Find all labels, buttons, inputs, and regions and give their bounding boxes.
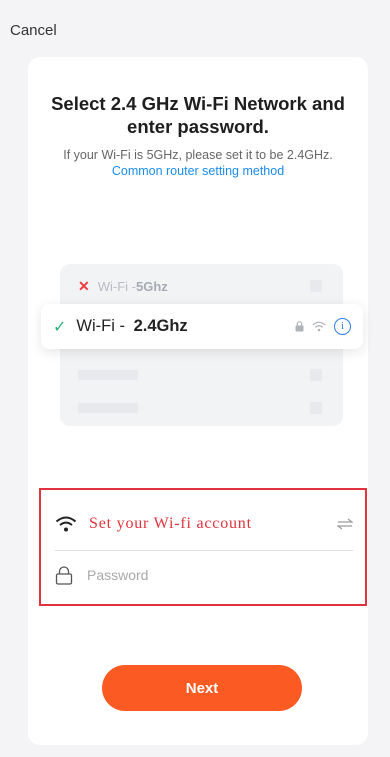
network-status-icons: i <box>295 318 351 335</box>
switch-network-icon[interactable] <box>337 518 353 530</box>
wifi-icon <box>55 516 77 532</box>
next-button[interactable]: Next <box>102 665 302 711</box>
ssid-input[interactable]: Set your Wi-fi account <box>89 515 252 533</box>
check-icon: ✓ <box>53 318 67 336</box>
network-row-5g: ✕ Wi-Fi - 5Ghz <box>78 278 168 295</box>
router-setting-link[interactable]: Common router setting method <box>112 164 284 178</box>
placeholder-line <box>78 370 138 380</box>
network-prefix: Wi-Fi - <box>97 279 136 294</box>
setup-card: Select 2.4 GHz Wi-Fi Network and enter p… <box>28 57 368 745</box>
placeholder-icon <box>310 369 322 381</box>
lock-icon <box>55 565 73 585</box>
network-prefix: Wi-Fi - <box>76 317 130 335</box>
password-input[interactable]: Password <box>87 567 148 583</box>
subtitle-text: If your Wi-Fi is 5GHz, please set it to … <box>63 148 333 162</box>
wifi-icon <box>312 321 326 332</box>
cancel-button[interactable]: Cancel <box>10 22 57 39</box>
info-icon[interactable]: i <box>334 318 351 335</box>
page-title: Select 2.4 GHz Wi-Fi Network and enter p… <box>51 93 345 137</box>
field-divider <box>55 550 353 551</box>
placeholder-icon <box>310 280 322 292</box>
lock-icon <box>295 321 304 332</box>
network-row-2-4g: ✓ Wi-Fi - 2.4Ghz i <box>41 304 363 349</box>
placeholder-line <box>78 403 138 413</box>
placeholder-icon <box>310 402 322 414</box>
ssid-field[interactable]: Set your Wi-fi account <box>55 504 353 544</box>
password-field[interactable]: Password <box>55 555 353 595</box>
network-band: 2.4Ghz <box>133 317 188 335</box>
cross-icon: ✕ <box>78 278 90 294</box>
subtitle: If your Wi-Fi is 5GHz, please set it to … <box>28 147 368 179</box>
network-band: 5Ghz <box>136 279 168 294</box>
network-name: Wi-Fi - 2.4Ghz <box>76 317 187 336</box>
wifi-credentials-box: Set your Wi-fi account Password <box>39 488 367 606</box>
